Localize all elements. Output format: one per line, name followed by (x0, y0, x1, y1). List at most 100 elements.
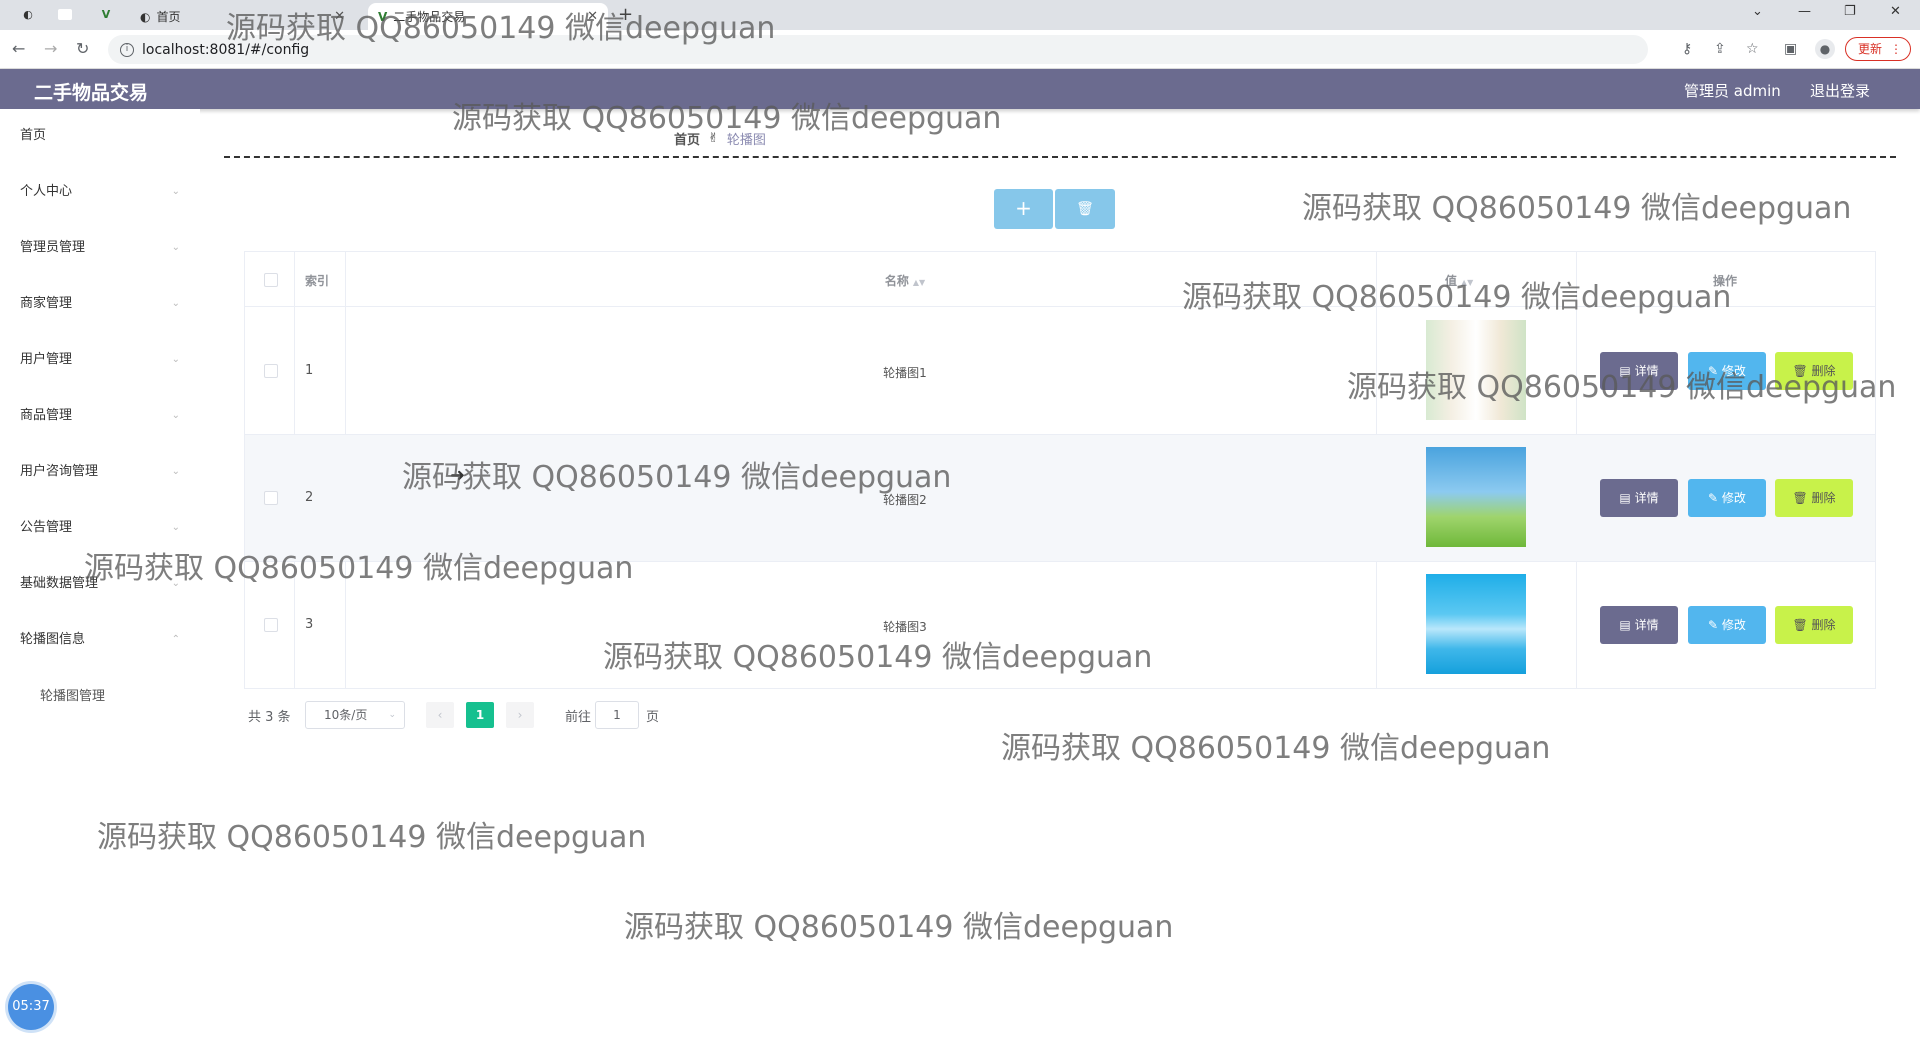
document-icon: ▤ (1619, 491, 1635, 505)
edit-icon: ✎ (1708, 618, 1722, 632)
sidebar-item-label: 管理员管理 (20, 240, 86, 255)
sidebar-item-goods[interactable]: 商品管理 ⌄ (20, 401, 180, 431)
sidebar-item-base-data[interactable]: 基础数据管理 ⌄ (20, 569, 180, 599)
vue-icon[interactable]: V (98, 7, 114, 23)
sidebar-item-consultations[interactable]: 用户咨询管理 ⌄ (20, 457, 180, 487)
sort-icon[interactable]: ▲▼ (1461, 278, 1473, 287)
edit-icon: ✎ (1708, 491, 1722, 505)
detail-button[interactable]: ▤ 详情 (1600, 479, 1678, 517)
edit-label: 修改 (1721, 364, 1746, 378)
sidebar-subitem-carousel-manage[interactable]: 轮播图管理 (40, 685, 105, 704)
row-checkbox[interactable] (264, 618, 278, 632)
prev-page-button[interactable]: ‹ (426, 702, 454, 728)
star-icon[interactable]: ☆ (1746, 41, 1759, 57)
select-all-checkbox[interactable] (264, 273, 278, 287)
key-icon[interactable]: ⚷ (1682, 41, 1692, 57)
carousel-image[interactable] (1426, 320, 1526, 420)
chevron-down-icon[interactable]: ⌄ (1752, 4, 1763, 19)
profile-icon[interactable]: ● (1815, 39, 1835, 59)
page-size-select[interactable]: 10条/页 ⌄ (305, 701, 405, 729)
timer-badge[interactable]: 05:37 (8, 984, 54, 1030)
back-icon[interactable]: ← (12, 39, 25, 58)
breadcrumb-home[interactable]: 首页 (674, 129, 700, 148)
sidebar-item-label: 首页 (20, 128, 47, 143)
close-icon[interactable]: ✕ (334, 9, 345, 24)
sidebar-item-home[interactable]: 首页 (20, 121, 180, 151)
chevron-down-icon: ⌄ (171, 466, 180, 477)
delete-label: 删除 (1811, 618, 1836, 632)
close-icon[interactable]: ✕ (587, 9, 598, 24)
batch-delete-button[interactable]: 🗑 (1055, 189, 1115, 229)
sidebar-item-label: 个人中心 (20, 184, 73, 199)
hand-icon: ✌ (708, 131, 719, 146)
goto-page-input[interactable] (595, 701, 639, 729)
watermark: 源码获取 QQ86050149 微信deepguan (624, 910, 1174, 945)
minimize-icon[interactable]: — (1798, 4, 1811, 19)
carousel-image[interactable] (1426, 574, 1526, 674)
edit-button[interactable]: ✎ 修改 (1688, 352, 1766, 390)
detail-label: 详情 (1634, 491, 1659, 505)
sidebar-item-merchants[interactable]: 商家管理 ⌄ (20, 289, 180, 319)
add-button[interactable]: + (994, 189, 1053, 229)
document-icon: ▤ (1619, 364, 1635, 378)
chevron-down-icon: ⌄ (171, 186, 180, 197)
next-page-button[interactable]: › (506, 702, 534, 728)
chevron-down-icon: ⌄ (388, 710, 396, 720)
current-user: 管理员 admin (1684, 82, 1781, 100)
table-row: 3 轮播图3 ▤ 详情 ✎ 修改 🗑 删除 (245, 562, 1875, 689)
update-label: 更新 (1858, 42, 1883, 56)
sidebar-item-admins[interactable]: 管理员管理 ⌄ (20, 233, 180, 263)
trash-icon: 🗑 (1792, 491, 1812, 505)
edit-button[interactable]: ✎ 修改 (1688, 479, 1766, 517)
new-tab-icon[interactable]: + (618, 4, 633, 25)
column-header-value-label: 值 (1445, 274, 1458, 288)
edit-button[interactable]: ✎ 修改 (1688, 606, 1766, 644)
forward-icon[interactable]: → (44, 39, 57, 58)
detail-button[interactable]: ▤ 详情 (1600, 352, 1678, 390)
watermark: 源码获取 QQ86050149 微信deepguan (1302, 191, 1852, 226)
page-number-current[interactable]: 1 (466, 702, 494, 728)
sidebar-item-label: 用户管理 (20, 352, 73, 367)
edit-icon: ✎ (1708, 364, 1722, 378)
edit-label: 修改 (1721, 618, 1746, 632)
share-icon[interactable]: ⇪ (1714, 41, 1726, 57)
breadcrumb: 首页 ✌ 轮播图 (674, 129, 766, 148)
sidebar-item-carousel[interactable]: 轮播图信息 ⌃ (20, 625, 180, 655)
globe-icon[interactable]: ◐ (20, 7, 36, 23)
row-checkbox[interactable] (264, 364, 278, 378)
reload-icon[interactable]: ↻ (76, 39, 89, 58)
chevron-down-icon: ⌄ (171, 242, 180, 253)
sidebar-item-notices[interactable]: 公告管理 ⌄ (20, 513, 180, 543)
chevron-down-icon: ⌄ (171, 578, 180, 589)
page-icon[interactable] (58, 9, 72, 20)
delete-button[interactable]: 🗑 删除 (1775, 352, 1853, 390)
column-header-name[interactable]: 名称 ▲▼ (835, 272, 975, 289)
app-title: 二手物品交易 (34, 82, 149, 104)
close-window-icon[interactable]: ✕ (1890, 4, 1901, 19)
breadcrumb-current: 轮播图 (726, 133, 766, 148)
column-header-index: 索引 (305, 274, 330, 288)
restore-icon[interactable]: ❐ (1844, 4, 1856, 19)
sidebar-item-label: 商家管理 (20, 296, 73, 311)
info-icon[interactable]: i (120, 42, 134, 57)
detail-button[interactable]: ▤ 详情 (1600, 606, 1678, 644)
row-name: 轮播图2 (883, 493, 927, 507)
column-header-actions: 操作 (1713, 274, 1738, 288)
vue-icon: V (378, 9, 388, 24)
update-button[interactable]: 更新 ⋮ (1845, 37, 1911, 61)
logout-link[interactable]: 退出登录 (1810, 80, 1870, 101)
sort-icon[interactable]: ▲▼ (913, 278, 925, 287)
carousel-image[interactable] (1426, 447, 1526, 547)
tab-app[interactable]: V 二手物品交易 ✕ (368, 3, 608, 30)
chevron-right-icon: › (517, 708, 523, 722)
row-checkbox[interactable] (264, 491, 278, 505)
tab-home[interactable]: ◐ 首页 ✕ (130, 3, 355, 30)
sidepanel-icon[interactable]: ▣ (1784, 41, 1797, 57)
detail-label: 详情 (1634, 364, 1659, 378)
delete-button[interactable]: 🗑 删除 (1775, 479, 1853, 517)
delete-button[interactable]: 🗑 删除 (1775, 606, 1853, 644)
sidebar-item-profile[interactable]: 个人中心 ⌄ (20, 177, 180, 207)
column-header-value[interactable]: 值 ▲▼ (1445, 272, 1473, 289)
url-field[interactable]: i localhost:8081/#/config (108, 35, 1648, 64)
sidebar-item-users[interactable]: 用户管理 ⌄ (20, 345, 180, 375)
